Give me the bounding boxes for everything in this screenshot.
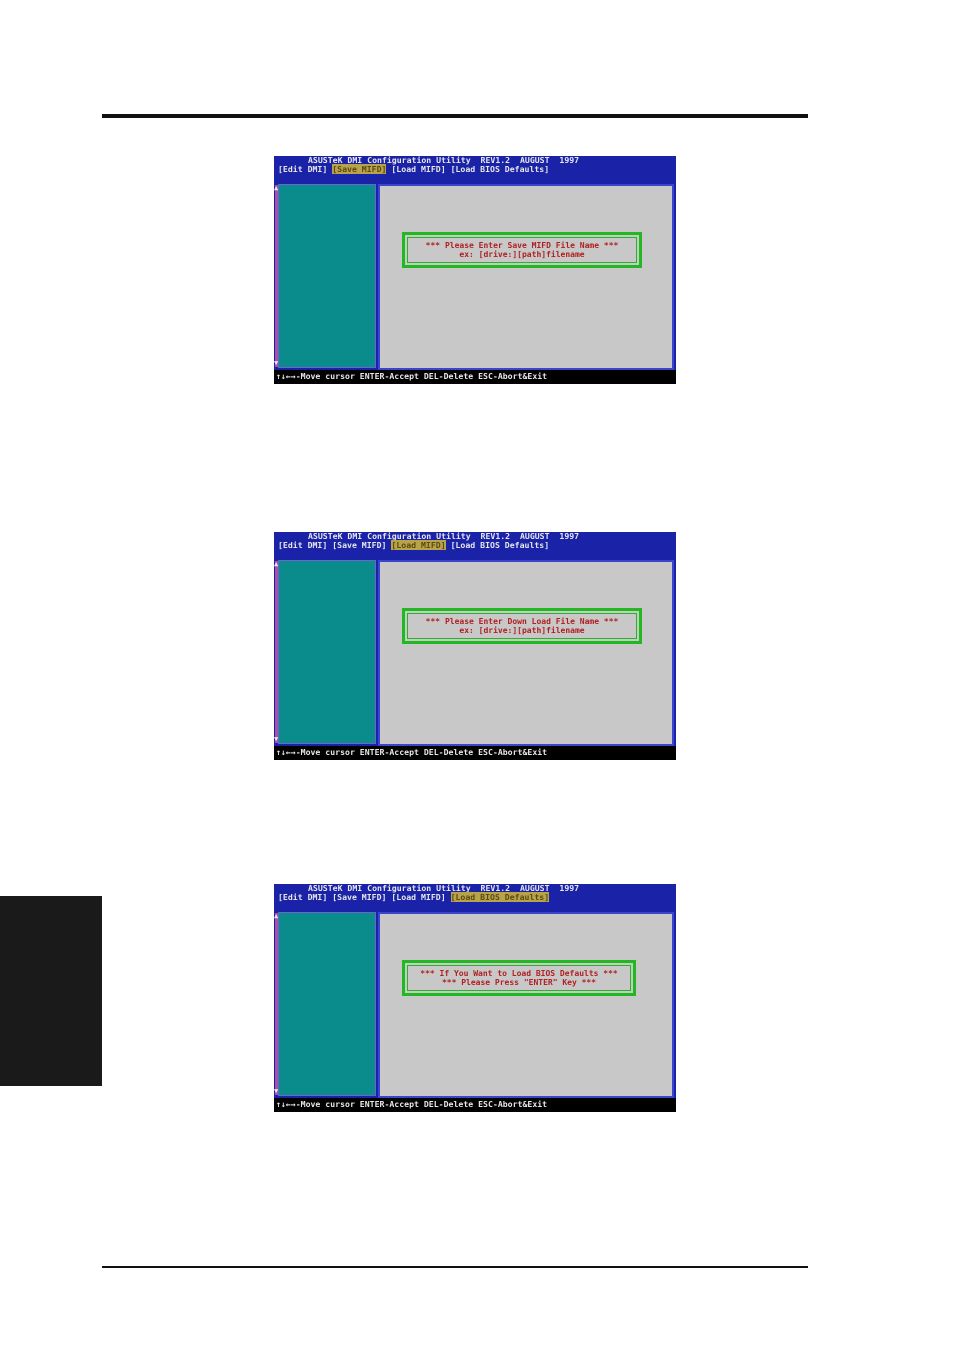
scrollbar[interactable]: [275, 185, 278, 367]
menu-bar: [Edit DMI] [Save MIFD] [Load MIFD] [Load…: [278, 892, 550, 902]
left-panel: ▲ ▼: [274, 912, 376, 1096]
scroll-up-icon[interactable]: ▲: [274, 185, 278, 192]
scroll-down-icon[interactable]: ▼: [274, 1088, 278, 1095]
title-bar: ASUSTeK DMI Configuration Utility REV1.2…: [274, 156, 676, 182]
key-help: ↑↓←→-Move cursor ENTER-Accept DEL-Delete…: [276, 747, 548, 757]
menu-edit-dmi[interactable]: [Edit DMI]: [278, 892, 327, 902]
dialog-hint: *** Please Press "ENTER" Key ***: [441, 978, 597, 987]
work-area: ▲ ▼ *** Please Enter Save MIFD File Name…: [274, 182, 676, 370]
menu-edit-dmi[interactable]: [Edit DMI]: [278, 164, 327, 174]
scroll-up-icon[interactable]: ▲: [274, 913, 278, 920]
scroll-down-icon[interactable]: ▼: [274, 736, 278, 743]
title-bar: ASUSTeK DMI Configuration Utility REV1.2…: [274, 532, 676, 558]
menu-save-mifd[interactable]: [Save MIFD]: [332, 164, 387, 174]
scrollbar[interactable]: [275, 561, 278, 743]
scrollbar[interactable]: [275, 913, 278, 1095]
right-panel: *** Please Enter Down Load File Name ***…: [378, 560, 674, 746]
dmi-screen-load-bios-defaults: ASUSTeK DMI Configuration Utility REV1.2…: [274, 884, 676, 1112]
dialog-message: *** If You Want to Load BIOS Defaults **…: [420, 969, 618, 978]
dialog-message: *** Please Enter Down Load File Name ***: [425, 617, 619, 626]
menu-load-bios-defaults[interactable]: [Load BIOS Defaults]: [450, 892, 550, 902]
status-bar: ↑↓←→-Move cursor ENTER-Accept DEL-Delete…: [274, 746, 676, 760]
title-bar: ASUSTeK DMI Configuration Utility REV1.2…: [274, 884, 676, 910]
work-area: ▲ ▼ *** If You Want to Load BIOS Default…: [274, 910, 676, 1098]
status-bar: ↑↓←→-Move cursor ENTER-Accept DEL-Delete…: [274, 1098, 676, 1112]
dialog-hint: ex: [drive:][path]filename: [459, 626, 585, 635]
status-bar: ↑↓←→-Move cursor ENTER-Accept DEL-Delete…: [274, 370, 676, 384]
right-panel: *** If You Want to Load BIOS Defaults **…: [378, 912, 674, 1098]
chapter-side-tab: [0, 896, 102, 1086]
menu-edit-dmi[interactable]: [Edit DMI]: [278, 540, 327, 550]
menu-bar: [Edit DMI] [Save MIFD] [Load MIFD] [Load…: [278, 164, 550, 174]
right-panel: *** Please Enter Save MIFD File Name ***…: [378, 184, 674, 370]
bottom-rule: [102, 1266, 808, 1268]
work-area: ▲ ▼ *** Please Enter Down Load File Name…: [274, 558, 676, 746]
dmi-screen-save-mifd: ASUSTeK DMI Configuration Utility REV1.2…: [274, 156, 676, 384]
scroll-up-icon[interactable]: ▲: [274, 561, 278, 568]
menu-load-mifd[interactable]: [Load MIFD]: [391, 164, 445, 174]
menu-load-bios-defaults[interactable]: [Load BIOS Defaults]: [451, 164, 550, 174]
menu-load-mifd[interactable]: [Load MIFD]: [391, 892, 445, 902]
menu-save-mifd[interactable]: [Save MIFD]: [332, 892, 386, 902]
top-rule: [102, 114, 808, 118]
menu-load-bios-defaults[interactable]: [Load BIOS Defaults]: [451, 540, 550, 550]
dialog-hint: ex: [drive:][path]filename: [459, 250, 585, 259]
left-panel: ▲ ▼: [274, 184, 376, 368]
key-help: ↑↓←→-Move cursor ENTER-Accept DEL-Delete…: [276, 1099, 548, 1109]
menu-bar: [Edit DMI] [Save MIFD] [Load MIFD] [Load…: [278, 540, 550, 550]
filename-prompt-dialog[interactable]: *** Please Enter Down Load File Name ***…: [402, 608, 642, 644]
filename-prompt-dialog[interactable]: *** Please Enter Save MIFD File Name ***…: [402, 232, 642, 268]
scroll-down-icon[interactable]: ▼: [274, 360, 278, 367]
dmi-screen-load-mifd: ASUSTeK DMI Configuration Utility REV1.2…: [274, 532, 676, 760]
menu-save-mifd[interactable]: [Save MIFD]: [332, 540, 386, 550]
confirm-defaults-dialog[interactable]: *** If You Want to Load BIOS Defaults **…: [402, 960, 636, 996]
menu-load-mifd[interactable]: [Load MIFD]: [391, 540, 446, 550]
key-help: ↑↓←→-Move cursor ENTER-Accept DEL-Delete…: [276, 371, 548, 381]
dialog-message: *** Please Enter Save MIFD File Name ***: [425, 241, 619, 250]
left-panel: ▲ ▼: [274, 560, 376, 744]
